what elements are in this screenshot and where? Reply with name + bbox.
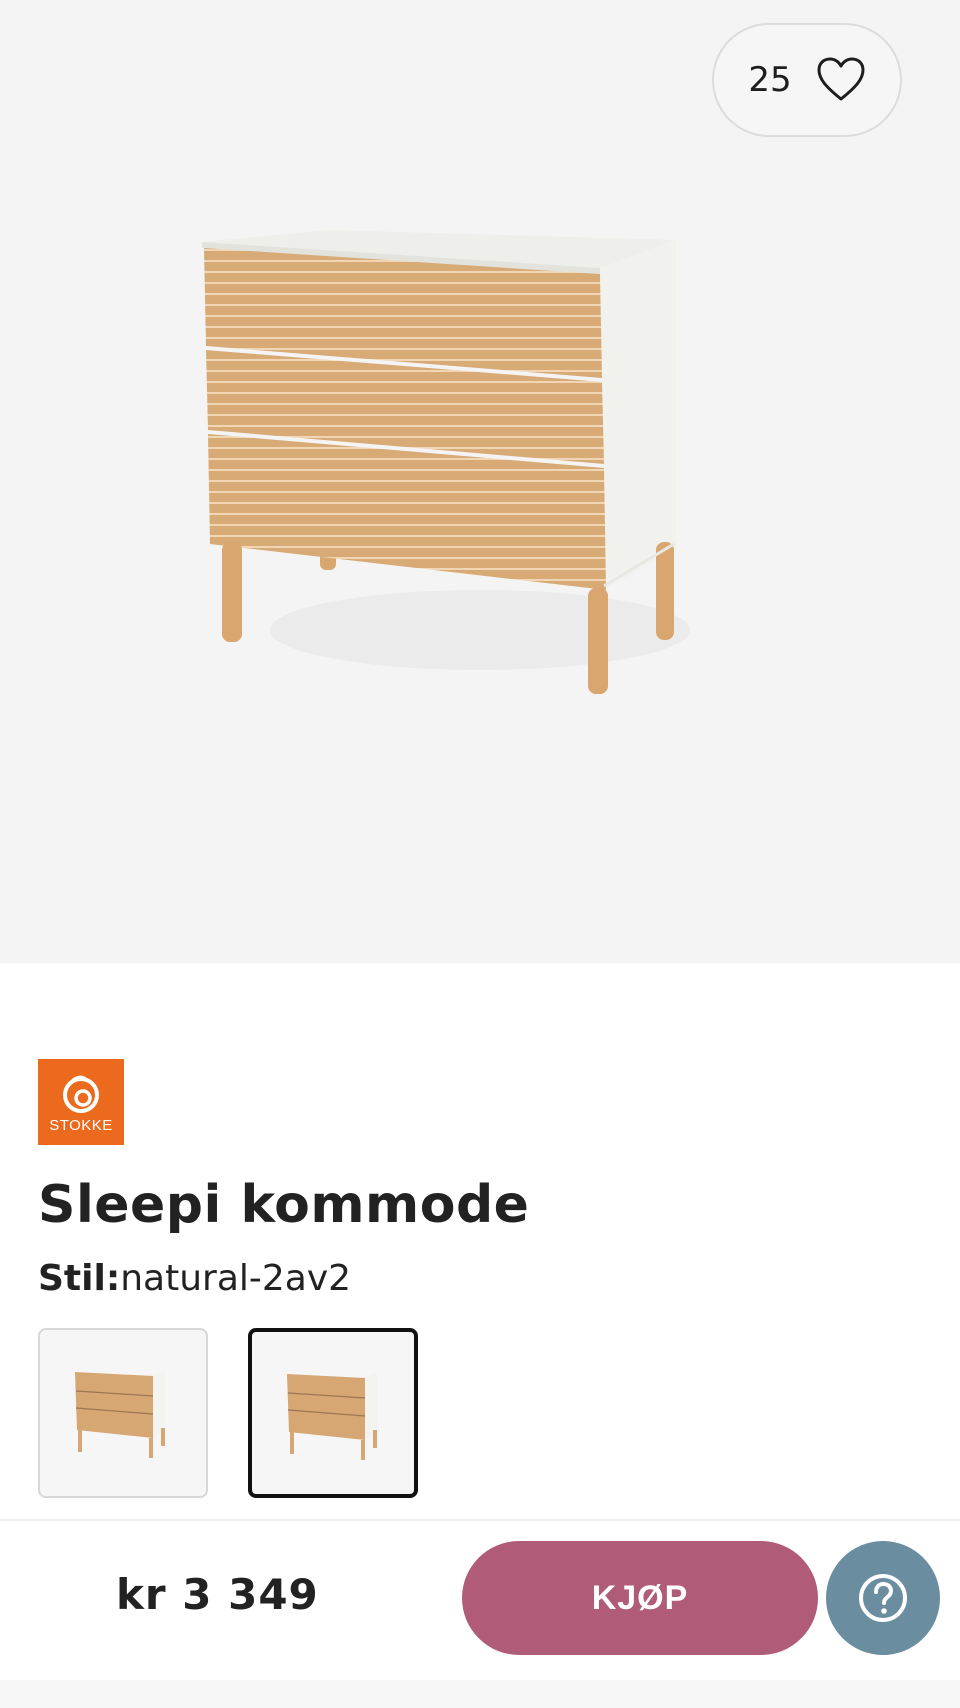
style-value: natural-2av2 <box>120 1258 352 1299</box>
price: kr 3 349 <box>116 1570 319 1619</box>
heart-outline-icon <box>817 57 865 101</box>
product-image-area: 25 <box>0 0 960 963</box>
product-title: Sleepi kommode <box>38 1175 530 1235</box>
bottom-safe-area <box>0 1680 960 1708</box>
question-circle-icon <box>859 1574 907 1622</box>
dresser-thumbnail-image <box>75 1370 165 1458</box>
favorite-count: 25 <box>748 60 792 100</box>
dresser-thumbnail-image <box>287 1372 377 1460</box>
style-label: Stil: <box>38 1258 121 1299</box>
favorite-button[interactable]: 25 <box>712 23 902 137</box>
divider <box>0 1519 960 1521</box>
product-image[interactable] <box>200 230 760 760</box>
variant-thumbnail-2-selected[interactable] <box>248 1328 418 1498</box>
brand-logo[interactable]: STOKKE <box>38 1059 124 1145</box>
help-button[interactable] <box>826 1541 940 1655</box>
variant-thumbnail-1[interactable] <box>38 1328 208 1498</box>
buy-button[interactable]: KJØP <box>462 1541 818 1655</box>
brand-name: STOKKE <box>49 1116 113 1134</box>
stokke-logo-icon <box>63 1075 99 1113</box>
style-line: Stil:natural-2av2 <box>38 1258 351 1299</box>
